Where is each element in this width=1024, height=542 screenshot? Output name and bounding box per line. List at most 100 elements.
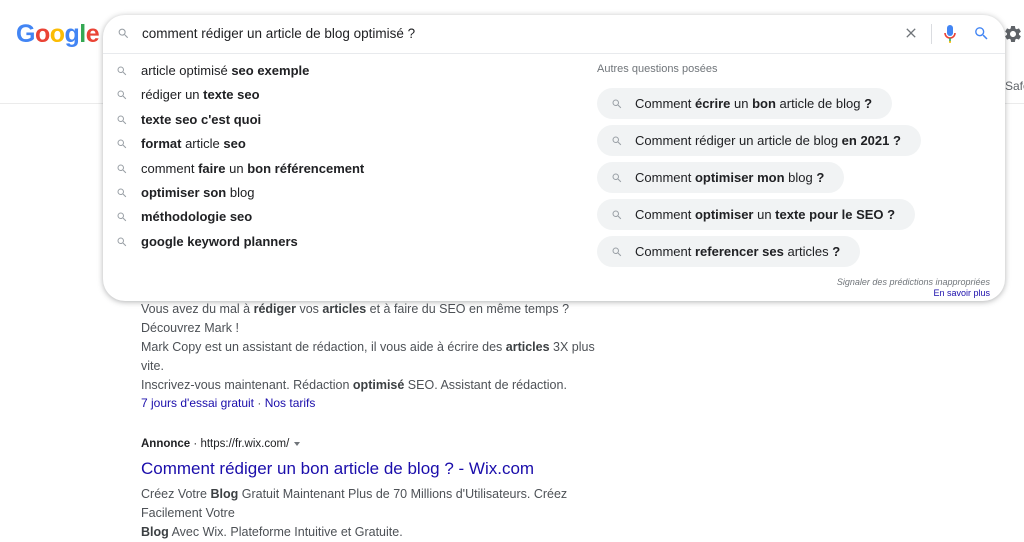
suggestion-item[interactable]: texte seo c'est quoi <box>103 109 583 133</box>
suggestion-item[interactable]: optimiser son blog <box>103 182 583 206</box>
bold-text: faire <box>198 160 226 176</box>
snippet-line: Mark Copy est un assistant de rédaction,… <box>141 338 621 376</box>
bold-text: seo exemple <box>231 63 310 78</box>
text-segment: Avec Wix. Plateforme Intuitive et Gratui… <box>168 525 403 539</box>
logo-letter: G <box>16 20 35 48</box>
related-question-chip[interactable]: Comment referencer ses articles ? <box>597 236 861 267</box>
snippet-line: Créez Votre Blog Gratuit Maintenant Plus… <box>141 485 621 523</box>
gear-icon[interactable] <box>1003 24 1023 44</box>
search-icon <box>612 136 622 146</box>
divider <box>931 24 932 44</box>
suggestion-item[interactable]: google keyword planners <box>103 231 583 255</box>
search-input[interactable]: comment rédiger un article de blog optim… <box>142 26 415 41</box>
suggestion-item[interactable]: méthodologie seo <box>103 206 583 230</box>
bold-text: texte seo c'est quoi <box>141 111 262 127</box>
logo-letter: o <box>34 20 50 48</box>
suggestion-text: format article seo <box>141 136 246 151</box>
search-icon <box>612 247 622 257</box>
learn-more-link[interactable]: En savoir plus <box>933 288 990 298</box>
bold-text: articles <box>322 302 367 316</box>
text-segment: rédiger un <box>141 87 204 103</box>
chevron-down-icon[interactable] <box>294 441 301 446</box>
bold-text: optimiser <box>694 207 754 222</box>
search-icon <box>117 115 127 125</box>
suggestion-item[interactable]: article optimisé seo exemple <box>103 60 583 84</box>
suggestion-text: article optimisé seo exemple <box>141 63 309 78</box>
ad-label: Annonce <box>141 438 191 450</box>
snippet-line: Blog Avec Wix. Plateforme Intuitive et G… <box>141 523 621 542</box>
logo-letter: g <box>64 20 80 48</box>
text-segment: articles <box>783 244 833 259</box>
logo-letter: e <box>85 20 100 48</box>
related-question-chip[interactable]: Comment rédiger un article de blog en 20… <box>597 125 921 156</box>
text-segment: un <box>225 160 248 176</box>
search-icon <box>117 90 127 100</box>
suggestion-text: méthodologie seo <box>141 209 252 224</box>
text-segment: article optimisé <box>141 63 232 78</box>
search-icon <box>117 212 127 222</box>
search-autocomplete-panel: comment rédiger un article de blog optim… <box>103 15 1005 301</box>
text-segment: Inscrivez-vous maintenant. Rédaction <box>141 378 353 392</box>
related-question-text: Comment rédiger un article de blog en 20… <box>635 133 901 148</box>
bold-text: ? <box>816 170 825 185</box>
text-segment: SEO. Assistant de rédaction. <box>404 378 567 392</box>
related-question-text: Comment optimiser mon blog ? <box>635 170 824 185</box>
bold-text: bon <box>752 96 776 111</box>
mic-icon[interactable] <box>943 24 957 44</box>
bold-text: optimiser mon <box>694 170 785 185</box>
bold-text: en 2021 ? <box>841 133 901 148</box>
bold-text: texte seo <box>203 87 260 103</box>
ad-snippet: Créez Votre Blog Gratuit Maintenant Plus… <box>141 485 621 542</box>
suggestion-item[interactable]: comment faire un bon référencement <box>103 158 583 182</box>
ad-title-link[interactable]: Comment rédiger un bon article de blog ?… <box>141 459 621 479</box>
search-box[interactable]: comment rédiger un article de blog optim… <box>103 15 1005 54</box>
text-segment: Vous avez du mal à <box>141 302 254 316</box>
bold-text: bon référencement <box>247 160 365 176</box>
bold-text: google keyword planners <box>141 233 298 249</box>
related-question-chip[interactable]: Comment écrire un bon article de blog ? <box>597 88 893 119</box>
search-submit-icon[interactable] <box>973 25 990 42</box>
related-question-chip[interactable]: Comment optimiser un texte pour le SEO ? <box>597 199 916 230</box>
report-predictions-link[interactable]: Signaler des prédictions inappropriées <box>837 277 990 287</box>
text-segment: Comment rédiger un article de blog <box>635 133 842 148</box>
bold-text: texte pour le SEO ? <box>775 207 896 222</box>
suggestion-list: article optimisé seo exemple rédiger un t… <box>103 60 583 255</box>
suggestion-item[interactable]: rédiger un texte seo <box>103 84 583 108</box>
text-segment: Mark Copy est un assistant de rédaction,… <box>141 340 506 354</box>
bold-text: Blog <box>210 487 239 501</box>
bold-text: format <box>141 136 182 152</box>
google-logo[interactable]: Google <box>16 20 100 49</box>
sitelink-pricing[interactable]: Nos tarifs <box>265 396 316 410</box>
suggestion-text: rédiger un texte seo <box>141 87 260 102</box>
related-question-text: Comment écrire un bon article de blog ? <box>635 96 872 111</box>
bold-text: méthodologie seo <box>141 209 253 225</box>
related-question-chip[interactable]: Comment optimiser mon blog ? <box>597 162 845 193</box>
close-icon[interactable] <box>903 25 919 41</box>
ad-url[interactable]: https://fr.wix.com/ <box>200 438 289 450</box>
ad-separator: · <box>190 438 201 450</box>
suggestion-text: optimiser son blog <box>141 185 254 200</box>
suggestion-text: google keyword planners <box>141 234 298 249</box>
related-questions-title: Autres questions posées <box>597 63 718 75</box>
bold-text: optimiser son <box>141 184 227 200</box>
logo-letter: o <box>49 20 65 48</box>
sitelink-free-trial[interactable]: 7 jours d'essai gratuit <box>141 396 254 410</box>
text-segment: Comment <box>635 170 695 185</box>
text-segment: comment <box>141 160 199 176</box>
bold-text: ? <box>832 244 841 259</box>
search-icon <box>117 188 127 198</box>
result-snippet: Vous avez du mal à rédiger vos articles … <box>141 300 621 395</box>
text-segment: Comment <box>635 244 695 259</box>
safesearch-link[interactable]: Safe <box>1005 79 1024 93</box>
snippet-line: Inscrivez-vous maintenant. Rédaction opt… <box>141 376 621 395</box>
suggestion-item[interactable]: format article seo <box>103 133 583 157</box>
related-question-text: Comment referencer ses articles ? <box>635 244 840 259</box>
bold-text: écrire <box>694 96 731 111</box>
bold-text: ? <box>864 96 873 111</box>
search-icon <box>612 210 622 220</box>
text-segment: article <box>181 136 224 152</box>
text-segment: Créez Votre <box>141 487 211 501</box>
suggestion-text: comment faire un bon référencement <box>141 161 364 176</box>
text-segment: article de blog <box>775 96 865 111</box>
search-icon <box>117 237 127 246</box>
